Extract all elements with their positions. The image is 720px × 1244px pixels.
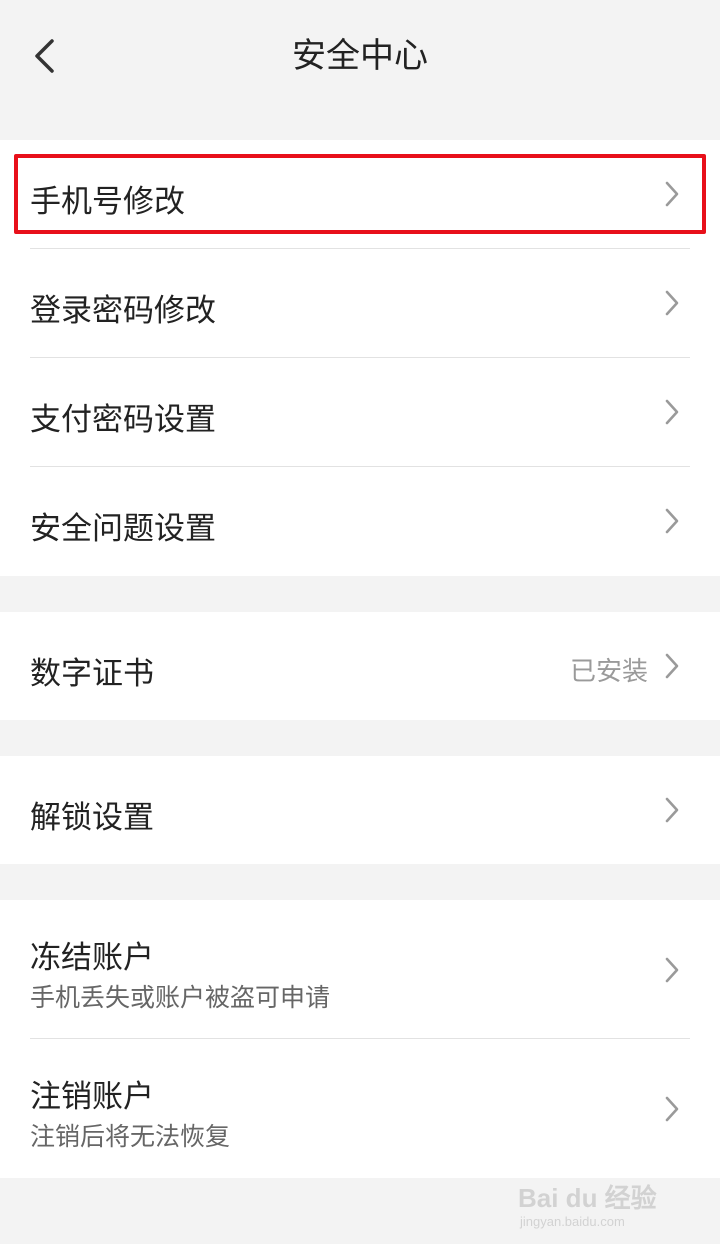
- row-login-password[interactable]: 登录密码修改: [0, 249, 720, 357]
- row-subtitle: 注销后将无法恢复: [30, 1122, 231, 1151]
- row-label: 支付密码设置: [30, 402, 216, 438]
- chevron-right-icon: [665, 957, 679, 983]
- chevron-right-icon: [665, 290, 679, 316]
- row-label: 安全问题设置: [30, 511, 216, 547]
- row-freeze-account[interactable]: 冻结账户 手机丢失或账户被盗可申请: [0, 900, 720, 1038]
- chevron-right-icon: [665, 508, 679, 534]
- row-label: 注销账户: [30, 1079, 154, 1115]
- row-label: 登录密码修改: [30, 293, 216, 329]
- unlock-group: 解锁设置: [0, 756, 720, 864]
- chevron-right-icon: [665, 1096, 679, 1122]
- page-title: 安全中心: [292, 36, 428, 76]
- row-pay-password[interactable]: 支付密码设置: [0, 358, 720, 466]
- chevron-right-icon: [665, 653, 679, 679]
- chevron-right-icon: [665, 797, 679, 823]
- status-value: 已安装: [569, 657, 648, 687]
- watermark-text: Bai du 经验: [518, 1183, 657, 1213]
- row-security-question[interactable]: 安全问题设置: [0, 467, 720, 576]
- row-digital-certificate[interactable]: 数字证书 已安装: [0, 612, 720, 720]
- row-label: 解锁设置: [30, 800, 154, 836]
- row-label: 冻结账户: [30, 940, 154, 976]
- row-label: 数字证书: [30, 656, 154, 692]
- watermark-url: jingyan.baidu.com: [520, 1214, 625, 1229]
- row-phone-change[interactable]: 手机号修改: [0, 140, 720, 248]
- row-cancel-account[interactable]: 注销账户 注销后将无法恢复: [0, 1039, 720, 1178]
- row-subtitle: 手机丢失或账户被盗可申请: [30, 983, 331, 1012]
- baidu-watermark: Bai du 经验 jingyan.baidu.com: [510, 1176, 690, 1238]
- chevron-right-icon: [665, 399, 679, 425]
- header: 安全中心: [0, 0, 720, 112]
- account-danger-group: 冻结账户 手机丢失或账户被盗可申请 注销账户 注销后将无法恢复: [0, 900, 720, 1178]
- row-unlock-settings[interactable]: 解锁设置: [0, 756, 720, 864]
- chevron-right-icon: [665, 181, 679, 207]
- account-settings-group: 手机号修改 登录密码修改 支付密码设置 安全问题设置: [0, 140, 720, 576]
- certificate-group: 数字证书 已安装: [0, 612, 720, 720]
- row-label: 手机号修改: [30, 184, 185, 220]
- security-center-page: 安全中心 手机号修改 登录密码修改 支付密码设置 安全问题设置 数字证书 已安装…: [0, 0, 720, 1244]
